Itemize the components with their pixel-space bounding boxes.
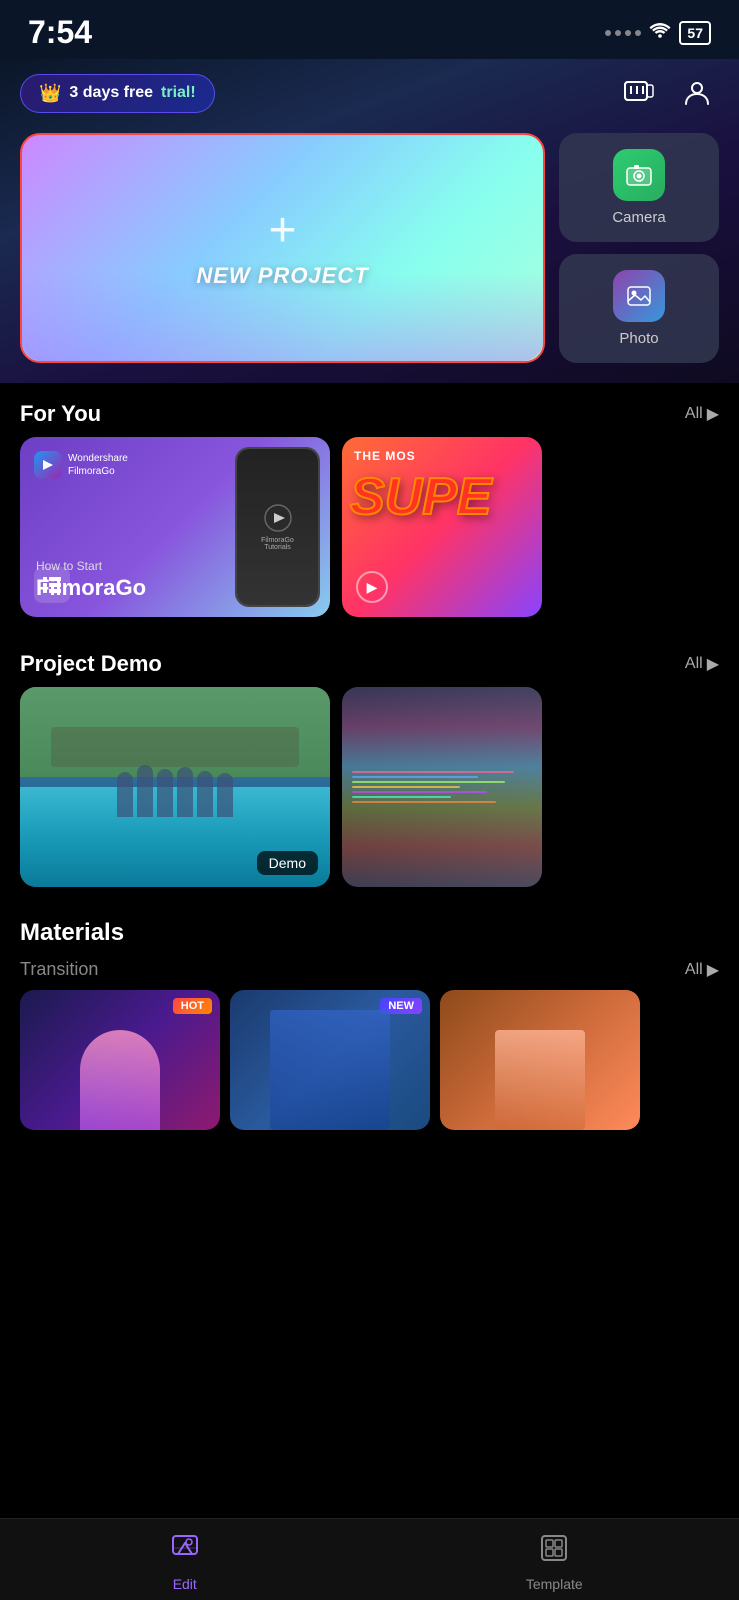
trial-free-text: 3 days free [69, 84, 153, 102]
material-figure-1 [20, 1018, 220, 1130]
side-buttons: Camera Photo [559, 133, 719, 363]
materials-section: Materials Transition All ▶ HOT NEW [0, 903, 739, 1150]
main-action-grid: + NEW PROJECT Camera [20, 133, 719, 363]
transition-chevron-icon: ▶ [707, 960, 719, 980]
filmora-logo-text: WondershareFilmoraGo [68, 452, 128, 478]
blue-figure [270, 1010, 390, 1130]
filmora-logo-icon [34, 451, 62, 479]
tutorial-logo: WondershareFilmoraGo [34, 451, 128, 479]
transition-section-header: Transition All ▶ [0, 951, 739, 990]
content-area: For You All ▶ WondershareFilmoraGo [0, 383, 739, 1150]
edit-label: Edit [173, 1576, 197, 1592]
trial-highlight-text: trial! [161, 84, 196, 102]
rainbow-line-1 [352, 771, 514, 773]
material-figure-3 [440, 1018, 640, 1130]
camera-label: Camera [612, 209, 665, 226]
super-play-icon: ▶ [356, 571, 388, 603]
photo-label: Photo [619, 330, 658, 347]
project-demo-all-button[interactable]: All ▶ [685, 654, 719, 674]
material-figure-2 [230, 1018, 430, 1130]
project-demo-scroll: Demo [0, 687, 739, 903]
material-card-hot[interactable]: HOT [20, 990, 220, 1130]
project-demo-all-label: All [685, 655, 703, 673]
status-right-icons: 57 [605, 21, 711, 45]
bottom-nav-wrapper: Edit Template [0, 1577, 739, 1600]
person-4 [177, 767, 193, 817]
project-demo-title: Project Demo [20, 651, 162, 677]
pool-demo-card[interactable]: Demo [20, 687, 330, 887]
rainbow-lines [342, 687, 542, 887]
person-1 [117, 772, 133, 817]
signal-dots [605, 30, 641, 36]
for-you-all-label: All [685, 405, 703, 423]
battery-badge: 57 [679, 21, 711, 45]
super-top-text: THE MOS [354, 449, 416, 463]
glow-figure [80, 1030, 160, 1130]
edit-icon [170, 1533, 200, 1570]
trial-badge[interactable]: 👑 3 days free trial! [20, 74, 215, 113]
wifi-icon [649, 22, 671, 43]
signal-dot-1 [605, 30, 611, 36]
person-5 [197, 771, 213, 817]
photo-button[interactable]: Photo [559, 254, 719, 363]
rainbow-line-7 [352, 801, 496, 803]
for-you-scroll: WondershareFilmoraGo FilmoraGoTutorials … [0, 437, 739, 633]
super-card[interactable]: THE MOS SUPE ▶ [342, 437, 542, 617]
video-library-button[interactable] [617, 71, 661, 115]
transition-all-label: All [685, 961, 703, 979]
super-main-text: SUPE [350, 467, 492, 527]
profile-button[interactable] [675, 71, 719, 115]
new-project-label: NEW PROJECT [196, 263, 368, 289]
rainbow-line-3 [352, 781, 505, 783]
hot-badge: HOT [173, 998, 212, 1014]
transition-title: Transition [20, 959, 98, 980]
for-you-title: For You [20, 401, 101, 427]
material-card-new[interactable]: NEW [230, 990, 430, 1130]
materials-scroll: HOT NEW [0, 990, 739, 1150]
demo-badge: Demo [257, 851, 318, 875]
tutorial-phone: FilmoraGoTutorials [235, 447, 320, 607]
person-6 [217, 773, 233, 817]
project-demo-chevron-icon: ▶ [707, 654, 719, 674]
template-icon [539, 1533, 569, 1570]
person-3 [157, 769, 173, 817]
header-row: 👑 3 days free trial! [20, 71, 719, 115]
photo-icon [613, 270, 665, 322]
person-2 [137, 765, 153, 817]
status-time: 7:54 [28, 14, 92, 51]
material-card-pink[interactable] [440, 990, 640, 1130]
signal-dot-3 [625, 30, 631, 36]
pink-figure [495, 1030, 585, 1130]
camera-button[interactable]: Camera [559, 133, 719, 242]
rainbow-line-2 [352, 776, 478, 778]
for-you-section-header: For You All ▶ [0, 383, 739, 437]
nav-spacer [0, 1150, 739, 1250]
plus-icon: + [268, 207, 296, 255]
transition-all-button[interactable]: All ▶ [685, 960, 719, 980]
camera-icon [613, 149, 665, 201]
nav-item-edit[interactable]: Edit [125, 1533, 245, 1592]
rainbow-demo-card[interactable] [342, 687, 542, 887]
pool-people [20, 757, 330, 817]
tutorial-card[interactable]: WondershareFilmoraGo FilmoraGoTutorials … [20, 437, 330, 617]
template-label: Template [526, 1576, 583, 1592]
signal-dot-4 [635, 30, 641, 36]
materials-title: Materials [0, 903, 739, 951]
signal-dot-2 [615, 30, 621, 36]
bottom-nav: Edit Template [0, 1518, 739, 1600]
crown-icon: 👑 [39, 83, 61, 104]
for-you-all-button[interactable]: All ▶ [685, 404, 719, 424]
rainbow-line-4 [352, 786, 460, 788]
top-section: 👑 3 days free trial! [0, 59, 739, 383]
tutorial-bottom-icon [34, 567, 70, 603]
rainbow-line-6 [352, 796, 451, 798]
new-project-button[interactable]: + NEW PROJECT [20, 133, 545, 363]
project-demo-section-header: Project Demo All ▶ [0, 633, 739, 687]
nav-item-template[interactable]: Template [494, 1533, 614, 1592]
rainbow-line-5 [352, 791, 487, 793]
for-you-chevron-icon: ▶ [707, 404, 719, 424]
tutorial-phone-screen: FilmoraGoTutorials [237, 449, 318, 605]
header-icons [617, 71, 719, 115]
status-bar: 7:54 57 [0, 0, 739, 59]
